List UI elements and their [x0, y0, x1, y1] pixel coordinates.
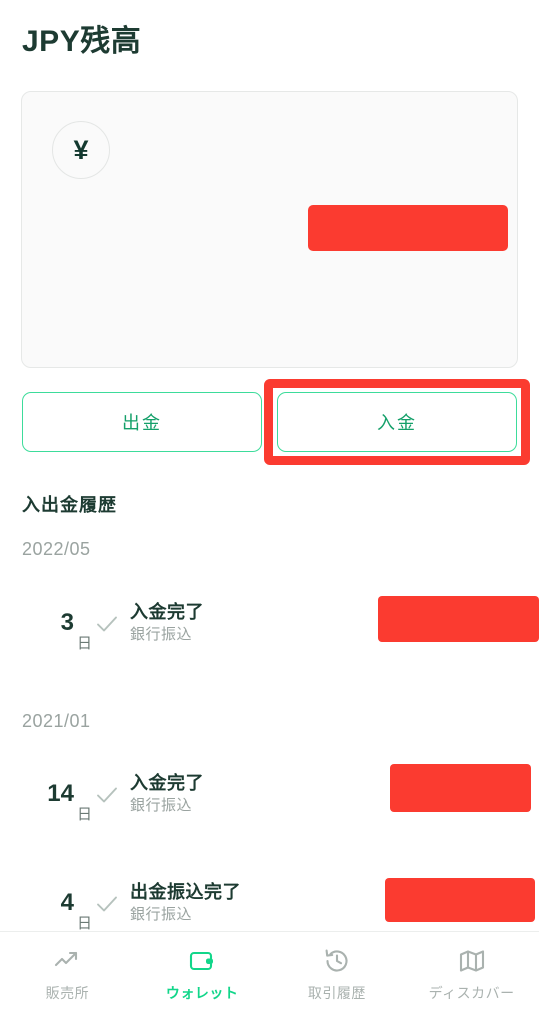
nav-label: ウォレット: [165, 985, 239, 1001]
transaction-title: 入金完了: [130, 602, 204, 622]
transaction-day-unit: 日: [76, 635, 92, 652]
transaction-subtitle: 銀行振込: [130, 626, 193, 643]
transaction-subtitle: 銀行振込: [130, 797, 193, 814]
page-title: JPY残高: [22, 25, 142, 58]
transaction-day-unit: 日: [76, 915, 92, 932]
transaction-day: 3 日: [22, 592, 92, 654]
transaction-text: 入金完了 銀行振込: [130, 592, 204, 654]
history-heading: 入出金履歴: [22, 495, 117, 515]
transaction-title: 出金振込完了: [130, 882, 241, 902]
transaction-day-number: 14: [47, 780, 74, 807]
deposit-button[interactable]: 入金: [277, 392, 517, 452]
history-month-label: 2022/05: [22, 539, 91, 559]
nav-item-wallet[interactable]: ウォレット: [135, 932, 270, 1024]
action-button-row: 出金 入金: [0, 392, 539, 452]
nav-item-marketplace[interactable]: 販売所: [0, 932, 135, 1024]
wallet-icon: [187, 946, 217, 976]
transaction-day-number: 4: [60, 889, 74, 916]
map-icon: [457, 946, 487, 976]
transaction-amount-redaction: [378, 596, 539, 642]
nav-item-discover[interactable]: ディスカバー: [404, 932, 539, 1024]
transaction-day: 4 日: [22, 872, 92, 934]
nav-label: ディスカバー: [428, 985, 515, 1001]
transaction-day-unit: 日: [76, 806, 92, 823]
transaction-title: 入金完了: [130, 773, 204, 793]
transaction-day-number: 3: [60, 609, 74, 636]
check-icon: [95, 612, 119, 636]
history-month-label: 2021/01: [22, 711, 91, 731]
trending-up-icon: [52, 946, 82, 976]
nav-item-transaction-history[interactable]: 取引履歴: [270, 932, 405, 1024]
transaction-amount-redaction: [390, 764, 531, 812]
transaction-day: 14 日: [22, 763, 92, 825]
history-clock-icon: [322, 946, 352, 976]
bottom-navigation-bar: 販売所 ウォレット 取引履歴 ディスカバー: [0, 931, 539, 1024]
jpy-balance-screen: JPY残高 ¥ 出金 入金 入出金履歴 2022/05 3 日 入金完了 銀行振…: [0, 0, 539, 1024]
check-icon: [95, 783, 119, 807]
transaction-text: 出金振込完了 銀行振込: [130, 872, 241, 934]
balance-amount-redaction: [308, 205, 508, 251]
yen-circle-icon: ¥: [52, 121, 110, 179]
yen-symbol: ¥: [73, 134, 89, 165]
nav-label: 販売所: [45, 985, 90, 1001]
transaction-text: 入金完了 銀行振込: [130, 763, 204, 825]
withdraw-button[interactable]: 出金: [22, 392, 262, 452]
check-icon: [95, 892, 119, 916]
transaction-amount-redaction: [385, 878, 535, 922]
nav-label: 取引履歴: [307, 985, 366, 1001]
transaction-subtitle: 銀行振込: [130, 906, 193, 923]
balance-card: ¥: [21, 91, 518, 368]
